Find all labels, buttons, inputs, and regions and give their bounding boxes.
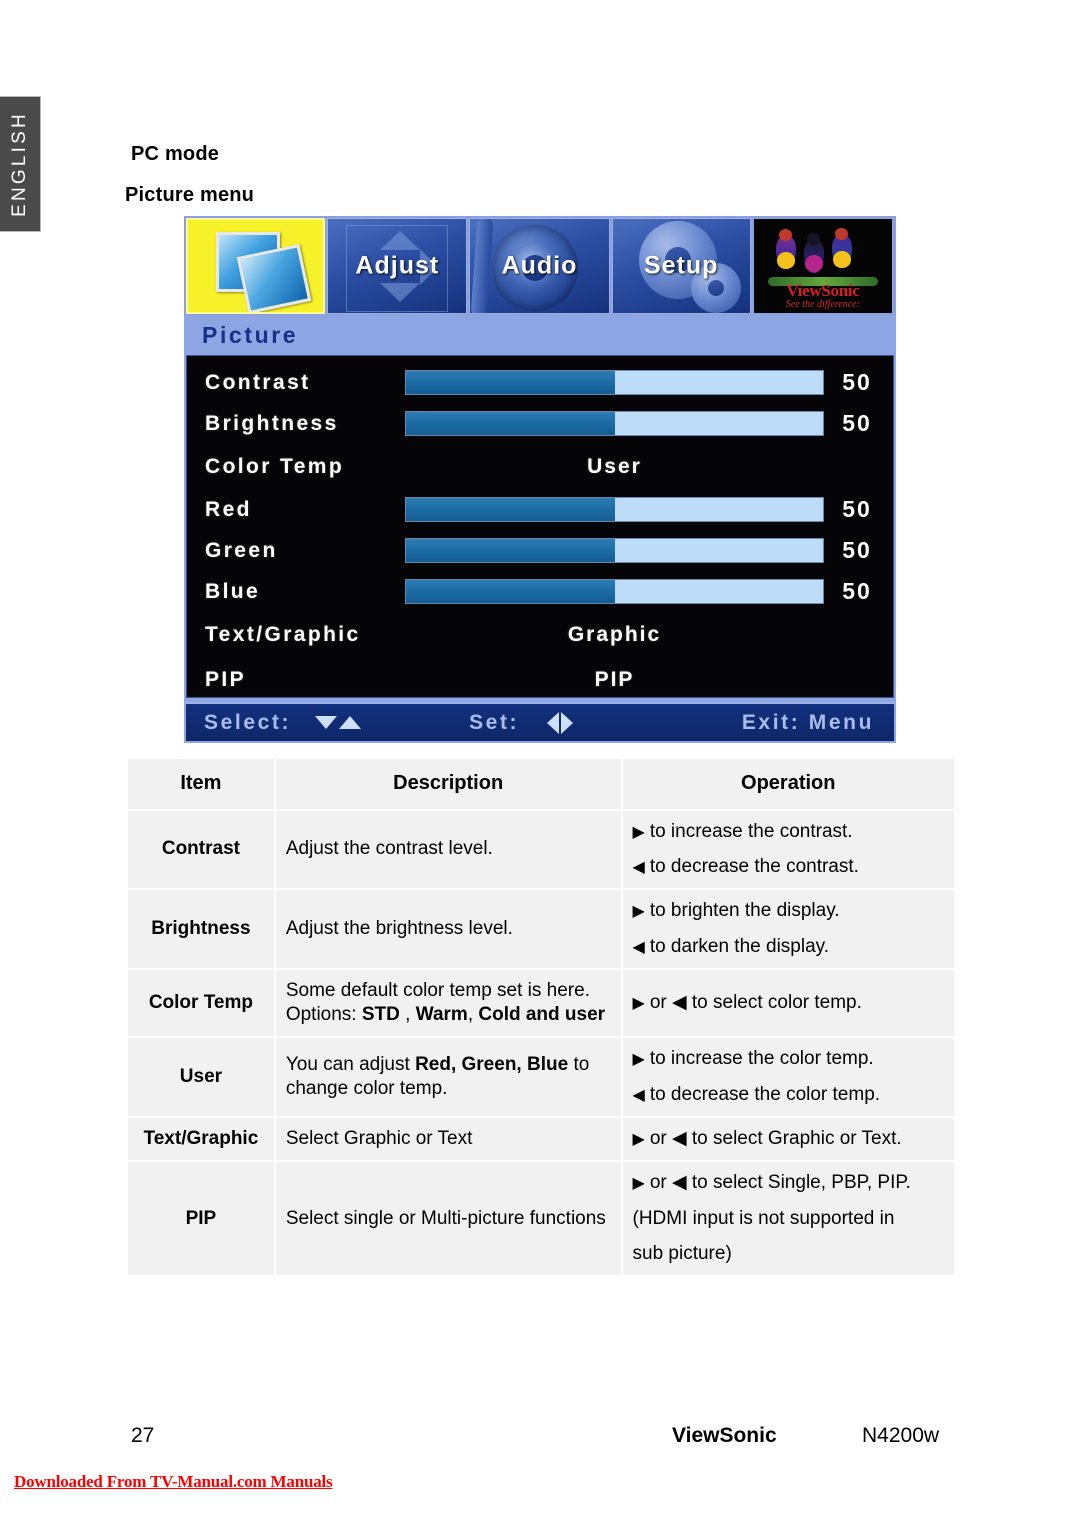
row-description: Some default color temp set is here. Opt… [275,969,621,1037]
blue-slider[interactable] [405,579,824,604]
table-header-row: Item Description Operation [128,759,954,809]
op-line: sub picture) [632,1243,732,1265]
osd-row-blue[interactable]: Blue 50 [187,571,893,612]
op-line: or ◀ to select Single, PBP, PIP. [633,1171,945,1195]
op-line: to decrease the color temp. [633,1083,945,1107]
row-item: User [128,1038,274,1117]
op-line: to decrease the contrast. [633,855,945,879]
row-description: Select single or Multi-picture functions [275,1162,621,1276]
page-subtitle-picture-menu: Picture menu [125,184,255,206]
red-slider[interactable] [405,497,824,522]
table-row: Brightness Adjust the brightness level. … [128,890,954,968]
osd-tab-strip: Adjust Audio Setup ViewSonic See the dif… [184,216,896,315]
op-line: to brighten the display. [633,899,945,923]
op-line: to darken the display. [633,935,945,959]
row-item: Color Temp [128,969,274,1037]
contrast-slider[interactable] [405,370,824,395]
table-row: User You can adjust Red, Green, Blue to … [128,1038,954,1117]
brightness-slider[interactable] [405,411,824,436]
viewsonic-logo-tagline: See the difference: [785,299,860,310]
osd-tab-setup[interactable]: Setup [611,218,751,314]
green-slider[interactable] [405,538,824,563]
row-item: Text/Graphic [128,1118,274,1161]
page-title-pc-mode: PC mode [131,143,220,165]
osd-tab-audio-label: Audio [501,251,578,280]
osd-row-red[interactable]: Red 50 [187,489,893,530]
row-item: Brightness [128,890,274,968]
table-header-description: Description [275,759,621,809]
osd-row-green[interactable]: Green 50 [187,530,893,571]
osd-menu-body: Contrast 50 Brightness 50 Color Temp Use… [186,355,894,698]
osd-tab-picture[interactable] [186,218,326,314]
picture-frames-icon [188,220,323,312]
row-operation: to increase the color temp. to decrease … [622,1038,954,1117]
table-header-operation: Operation [622,759,954,809]
brand-name: ViewSonic [672,1424,777,1447]
pip-value: PIP [594,667,635,691]
table-row: PIP Select single or Multi-picture funct… [128,1162,954,1276]
osd-row-label: Color Temp [205,454,345,478]
osd-exit-label: Exit: Menu [741,710,874,734]
row-operation: or ◀ to select color temp. [622,969,954,1037]
description-table: Item Description Operation Contrast Adju… [126,757,956,1277]
osd-tab-audio[interactable]: Audio [469,218,610,314]
set-arrows-icon [547,711,574,734]
osd-row-label: Green [205,538,278,562]
language-tab-label: ENGLISH [9,111,30,217]
text-graphic-value: Graphic [567,622,662,646]
row-description: You can adjust Red, Green, Blue to chang… [275,1038,621,1117]
osd-select-label: Select: [204,710,292,734]
table-row: Contrast Adjust the contrast level. to i… [128,810,954,889]
red-value: 50 [842,496,872,522]
osd-set-label: Set: [469,710,520,734]
osd-tab-logo: ViewSonic See the difference: [752,218,894,314]
row-operation: or ◀ to select Single, PBP, PIP. (HDMI i… [622,1162,954,1276]
contrast-value: 50 [842,369,872,395]
osd-row-brightness[interactable]: Brightness 50 [187,403,893,444]
osd-row-label: Text/Graphic [205,622,361,646]
osd-menu-title: Picture [184,315,896,355]
osd-row-label: Red [205,497,252,521]
table-row: Text/Graphic Select Graphic or Text or ◀… [128,1118,954,1161]
download-source-note[interactable]: Downloaded From TV-Manual.com Manuals [14,1472,333,1492]
row-description: Select Graphic or Text [275,1118,621,1161]
model-name: N4200w [862,1424,940,1447]
row-operation: or ◀ to select Graphic or Text. [622,1118,954,1161]
brightness-value: 50 [842,410,872,436]
color-temp-value: User [587,454,642,478]
op-line: (HDMI input is not supported in [632,1207,895,1229]
table-row: Color Temp Some default color temp set i… [128,969,954,1037]
row-description: Adjust the contrast level. [275,810,621,889]
osd-tab-adjust-label: Adjust [355,251,440,280]
osd-row-contrast[interactable]: Contrast 50 [187,362,893,403]
row-description: Adjust the brightness level. [275,890,621,968]
select-arrows-icon [315,716,362,729]
op-line: or ◀ to select color temp. [633,991,945,1015]
op-line: or ◀ to select Graphic or Text. [633,1127,945,1151]
green-value: 50 [842,537,872,563]
op-line: to increase the color temp. [633,1047,945,1071]
row-item: PIP [128,1162,274,1276]
row-operation: to brighten the display. to darken the d… [622,890,954,968]
osd-row-label: Brightness [205,411,339,435]
row-item: Contrast [128,810,274,889]
table-header-item: Item [128,759,274,809]
row-operation: to increase the contrast. to decrease th… [622,810,954,889]
osd-row-color-temp[interactable]: Color Temp User [187,444,893,489]
osd-screenshot: Adjust Audio Setup ViewSonic See the dif… [184,216,896,743]
osd-footer-bar: Select: Set: Exit: Menu [186,702,894,741]
blue-value: 50 [842,578,872,604]
osd-row-label: Contrast [205,370,311,394]
page-number: 27 [131,1424,155,1447]
osd-tab-adjust[interactable]: Adjust [327,218,468,314]
osd-row-pip[interactable]: PIP PIP [187,657,893,702]
viewsonic-logo-text: ViewSonic [786,281,860,300]
osd-row-label: Blue [205,579,261,603]
osd-row-label: PIP [205,667,247,691]
op-line: to increase the contrast. [633,820,945,844]
osd-row-text-graphic[interactable]: Text/Graphic Graphic [187,612,893,657]
language-tab: ENGLISH [0,96,41,232]
osd-tab-setup-label: Setup [644,251,719,280]
